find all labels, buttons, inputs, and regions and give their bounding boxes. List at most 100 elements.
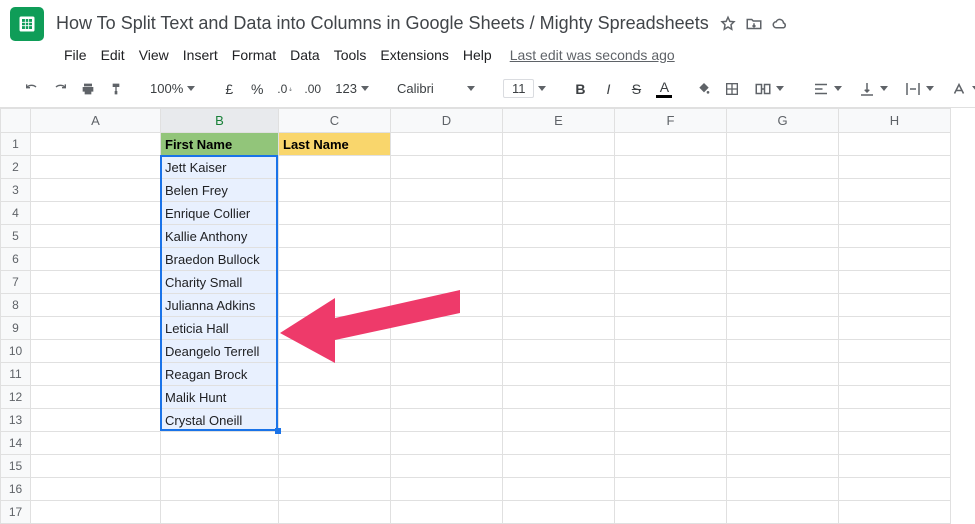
cell[interactable] xyxy=(839,248,951,271)
menu-format[interactable]: Format xyxy=(226,45,282,65)
cell[interactable]: Belen Frey xyxy=(161,179,279,202)
cell[interactable]: Enrique Collier xyxy=(161,202,279,225)
cell[interactable] xyxy=(391,409,503,432)
cell[interactable] xyxy=(279,363,391,386)
sheets-logo[interactable] xyxy=(10,7,44,41)
cell[interactable] xyxy=(279,409,391,432)
text-color-button[interactable]: A xyxy=(652,76,676,102)
row-header[interactable]: 11 xyxy=(1,363,31,386)
cell[interactable] xyxy=(161,455,279,478)
cell[interactable] xyxy=(279,225,391,248)
cell[interactable] xyxy=(31,386,161,409)
cell[interactable] xyxy=(391,432,503,455)
cell[interactable] xyxy=(391,455,503,478)
cell[interactable] xyxy=(503,248,615,271)
cell[interactable] xyxy=(727,363,839,386)
cell[interactable] xyxy=(279,317,391,340)
select-all-corner[interactable] xyxy=(1,109,31,133)
cell[interactable]: Jett Kaiser xyxy=(161,156,279,179)
cell[interactable] xyxy=(503,455,615,478)
cell[interactable] xyxy=(615,179,727,202)
cell[interactable] xyxy=(279,501,391,524)
cell[interactable] xyxy=(279,179,391,202)
cell[interactable] xyxy=(391,133,503,156)
bold-button[interactable]: B xyxy=(568,76,592,102)
cell[interactable] xyxy=(839,271,951,294)
spreadsheet-grid[interactable]: A B C D E F G H 1First NameLast Name2Jet… xyxy=(0,108,951,524)
cell[interactable] xyxy=(615,317,727,340)
row-header[interactable]: 7 xyxy=(1,271,31,294)
cell[interactable] xyxy=(839,455,951,478)
currency-button[interactable]: £ xyxy=(217,76,241,102)
cell[interactable] xyxy=(839,501,951,524)
cell[interactable] xyxy=(727,271,839,294)
more-formats-button[interactable]: 123 xyxy=(329,81,375,96)
col-header-f[interactable]: F xyxy=(615,109,727,133)
row-header[interactable]: 15 xyxy=(1,455,31,478)
cell[interactable] xyxy=(391,363,503,386)
row-header[interactable]: 8 xyxy=(1,294,31,317)
cell[interactable]: Reagan Brock xyxy=(161,363,279,386)
cell[interactable] xyxy=(615,202,727,225)
cell[interactable] xyxy=(727,340,839,363)
cell[interactable] xyxy=(615,478,727,501)
cell[interactable] xyxy=(727,133,839,156)
cell[interactable] xyxy=(727,317,839,340)
cell[interactable] xyxy=(839,202,951,225)
cell[interactable] xyxy=(391,478,503,501)
cell[interactable] xyxy=(391,156,503,179)
menu-help[interactable]: Help xyxy=(457,45,498,65)
cell[interactable] xyxy=(31,202,161,225)
cell[interactable] xyxy=(839,225,951,248)
cell[interactable] xyxy=(279,271,391,294)
row-header[interactable]: 12 xyxy=(1,386,31,409)
cell[interactable] xyxy=(503,156,615,179)
cell[interactable]: Crystal Oneill xyxy=(161,409,279,432)
cell[interactable] xyxy=(727,409,839,432)
row-header[interactable]: 16 xyxy=(1,478,31,501)
cell[interactable] xyxy=(503,340,615,363)
decrease-decimal-button[interactable]: .0 xyxy=(273,76,297,102)
cell[interactable] xyxy=(31,363,161,386)
cell[interactable] xyxy=(839,363,951,386)
menu-file[interactable]: File xyxy=(58,45,93,65)
paint-format-button[interactable] xyxy=(104,76,128,102)
row-header[interactable]: 2 xyxy=(1,156,31,179)
cell[interactable] xyxy=(279,340,391,363)
cell[interactable] xyxy=(503,386,615,409)
cell[interactable] xyxy=(391,317,503,340)
selection-handle[interactable] xyxy=(275,428,281,434)
cell[interactable]: Malik Hunt xyxy=(161,386,279,409)
cell[interactable] xyxy=(615,271,727,294)
fill-color-button[interactable] xyxy=(692,76,716,102)
menu-extensions[interactable]: Extensions xyxy=(374,45,454,65)
cell[interactable] xyxy=(391,501,503,524)
cell[interactable] xyxy=(279,478,391,501)
cell[interactable] xyxy=(503,225,615,248)
cell[interactable] xyxy=(839,133,951,156)
cell[interactable] xyxy=(31,340,161,363)
last-edit-link[interactable]: Last edit was seconds ago xyxy=(510,47,675,63)
italic-button[interactable]: I xyxy=(596,76,620,102)
cell[interactable]: Leticia Hall xyxy=(161,317,279,340)
text-wrap-button[interactable] xyxy=(898,80,940,98)
cell[interactable] xyxy=(839,179,951,202)
cell[interactable] xyxy=(31,179,161,202)
cell[interactable] xyxy=(391,179,503,202)
row-header[interactable]: 5 xyxy=(1,225,31,248)
cell[interactable] xyxy=(31,409,161,432)
percent-button[interactable]: % xyxy=(245,76,269,102)
col-header-d[interactable]: D xyxy=(391,109,503,133)
menu-insert[interactable]: Insert xyxy=(177,45,224,65)
cell[interactable] xyxy=(503,432,615,455)
strikethrough-button[interactable]: S xyxy=(624,76,648,102)
cell[interactable] xyxy=(279,432,391,455)
cell[interactable] xyxy=(279,202,391,225)
vertical-align-button[interactable] xyxy=(852,80,894,98)
print-button[interactable] xyxy=(76,76,100,102)
cell[interactable] xyxy=(391,340,503,363)
menu-tools[interactable]: Tools xyxy=(328,45,373,65)
cell[interactable] xyxy=(727,386,839,409)
cell[interactable] xyxy=(31,225,161,248)
cell[interactable] xyxy=(31,317,161,340)
